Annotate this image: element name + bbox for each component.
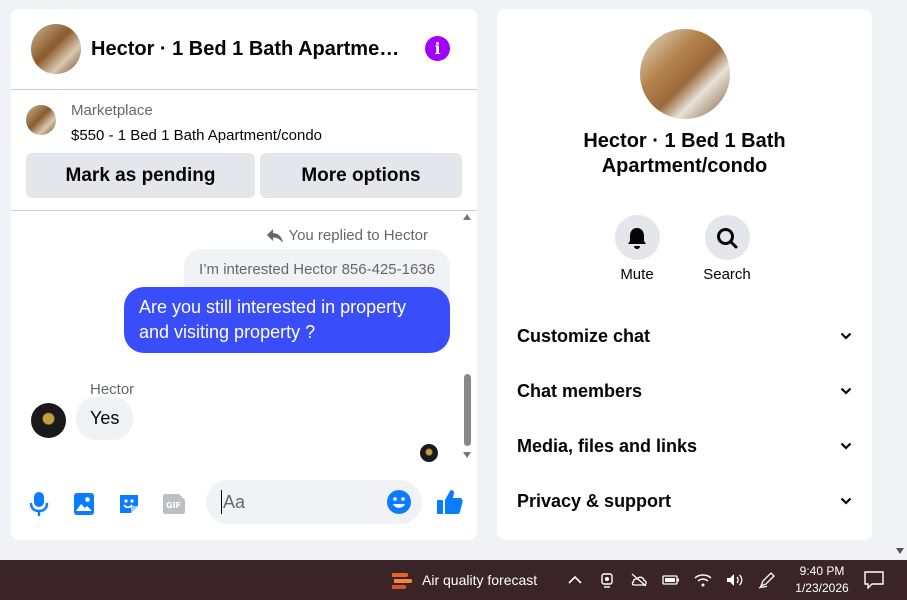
thumbs-up-icon[interactable] [435, 487, 465, 517]
search-icon [717, 227, 738, 248]
reply-indicator: You replied to Hector [267, 227, 428, 244]
mute-button[interactable] [614, 215, 660, 260]
sender-avatar[interactable] [31, 403, 66, 438]
media-files-links-section[interactable]: Media, files and links [517, 426, 852, 466]
privacy-support-section[interactable]: Privacy & support [517, 481, 852, 521]
page-scroll-down-arrow[interactable] [896, 548, 904, 554]
chevron-down-icon [840, 387, 852, 395]
chat-panel: Hector · 1 Bed 1 Bath Apartment/condo i … [11, 9, 477, 540]
outgoing-message[interactable]: Are you still interested in property and… [124, 287, 450, 353]
message-input[interactable] [221, 490, 371, 514]
svg-text:GIF: GIF [166, 501, 181, 510]
microphone-icon[interactable] [25, 490, 53, 518]
sender-name: Hector [90, 381, 135, 398]
reply-arrow-icon [267, 228, 284, 243]
chat-avatar[interactable] [31, 24, 81, 74]
message-scrollbar-thumb[interactable] [464, 374, 471, 446]
chat-title[interactable]: Hector · 1 Bed 1 Bath Apartment/condo [91, 38, 401, 61]
cloud-off-icon[interactable] [630, 571, 648, 589]
info-avatar[interactable] [640, 29, 730, 119]
media-files-links-label: Media, files and links [517, 435, 698, 456]
image-icon[interactable] [70, 490, 98, 518]
marketplace-label: Marketplace [71, 102, 153, 119]
air-quality-icon [392, 573, 413, 589]
battery-icon[interactable] [662, 571, 680, 589]
message-list: You replied to Hector I’m interested Hec… [11, 211, 477, 462]
chat-header: Hector · 1 Bed 1 Bath Apartment/condo i [11, 9, 477, 90]
search-button[interactable] [704, 215, 750, 260]
listing-thumbnail[interactable] [26, 105, 56, 135]
search-action[interactable]: Search [697, 215, 757, 283]
taskbar-clock[interactable]: 9:40 PM 1/23/2026 [792, 563, 852, 597]
search-label: Search [703, 266, 751, 283]
camera-icon[interactable] [598, 571, 616, 589]
chat-info-panel: Hector · 1 Bed 1 Bath Apartment/condo Mu… [497, 9, 872, 540]
chevron-down-icon [840, 332, 852, 340]
customize-chat-section[interactable]: Customize chat [517, 316, 852, 356]
info-icon[interactable]: i [425, 36, 450, 61]
incoming-message[interactable]: Yes [76, 397, 134, 440]
chat-members-label: Chat members [517, 380, 643, 401]
more-options-button[interactable]: More options [260, 153, 462, 198]
seen-indicator-avatar [420, 444, 438, 462]
message-input-box[interactable] [206, 480, 422, 524]
info-title: Hector · 1 Bed 1 Bath Apartment/condo [583, 130, 786, 177]
scroll-up-arrow[interactable] [463, 214, 471, 220]
chevron-down-icon [840, 497, 852, 505]
system-tray [566, 571, 776, 589]
mute-action[interactable]: Mute [607, 215, 667, 283]
mute-label: Mute [620, 266, 654, 283]
clock-time: 9:40 PM [799, 564, 845, 578]
mark-as-pending-button[interactable]: Mark as pending [26, 153, 255, 198]
page-scrollbar[interactable] [892, 0, 907, 560]
wifi-icon[interactable] [694, 571, 712, 589]
volume-icon[interactable] [726, 571, 744, 589]
customize-chat-label: Customize chat [517, 325, 651, 346]
chat-members-section[interactable]: Chat members [517, 371, 852, 411]
gif-icon[interactable]: GIF [160, 490, 188, 518]
scroll-down-arrow[interactable] [463, 452, 471, 458]
reply-indicator-text: You replied to Hector [288, 227, 428, 244]
taskbar: Air quality forecast 9:40 PM 1/23/2026 [0, 560, 907, 600]
composer: GIF [11, 479, 477, 529]
bell-icon [628, 227, 646, 249]
listing-title[interactable]: $550 - 1 Bed 1 Bath Apartment/condo [71, 127, 322, 144]
weather-widget[interactable]: Air quality forecast [390, 568, 537, 592]
weather-label: Air quality forecast [422, 572, 538, 588]
emoji-icon[interactable] [386, 489, 412, 515]
chevron-down-icon [840, 442, 852, 450]
chevron-up-icon[interactable] [566, 571, 584, 589]
marketplace-banner: Marketplace $550 - 1 Bed 1 Bath Apartmen… [11, 90, 477, 211]
privacy-support-label: Privacy & support [517, 490, 672, 511]
clock-date: 1/23/2026 [795, 581, 849, 595]
pen-icon[interactable] [758, 571, 776, 589]
sticker-icon[interactable] [115, 490, 143, 518]
notification-icon[interactable] [864, 571, 884, 589]
